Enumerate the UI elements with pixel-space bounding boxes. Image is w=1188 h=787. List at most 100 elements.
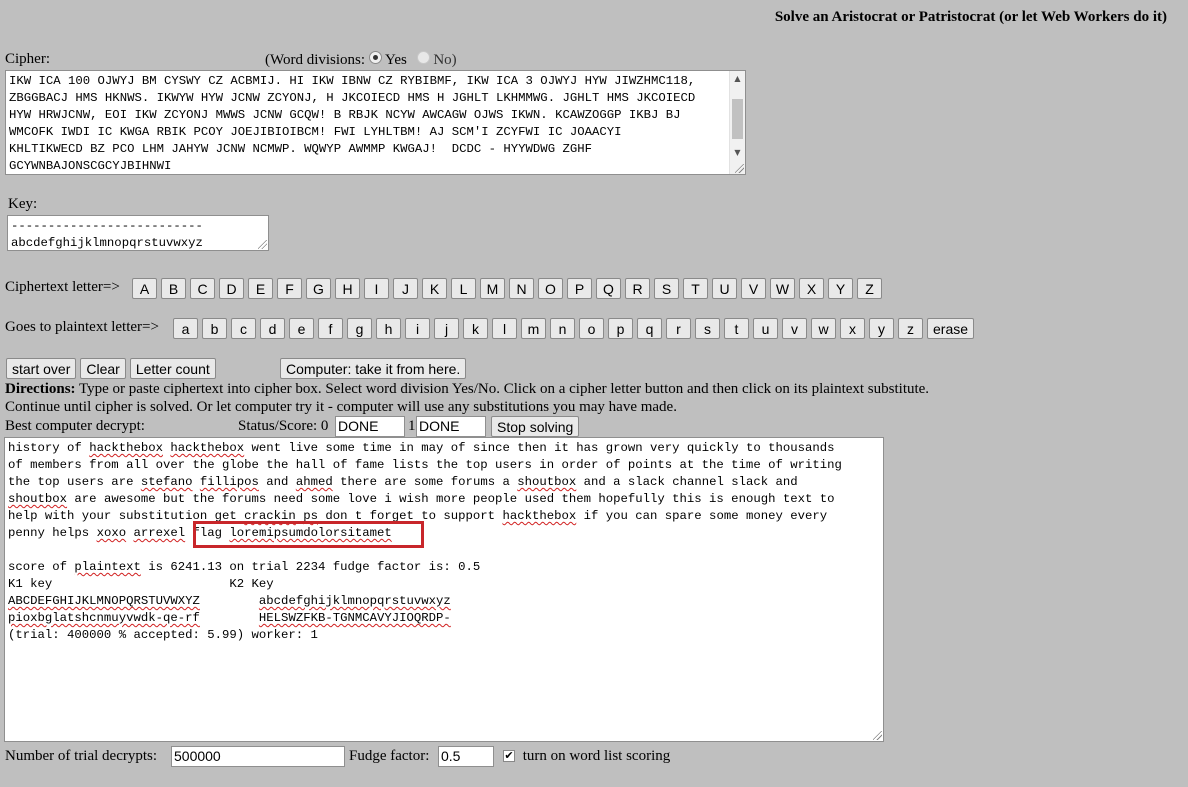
plain-letter-t-button[interactable]: t bbox=[724, 318, 749, 339]
cipher-letter-i-button[interactable]: I bbox=[364, 278, 389, 299]
trial-decrypts-input[interactable]: 500000 bbox=[171, 746, 345, 767]
cipher-letter-e-button[interactable]: E bbox=[248, 278, 273, 299]
k1-key: pioxbglatshcnmuyvwdk-qe-rf bbox=[8, 611, 200, 625]
cipher-letter-m-button[interactable]: M bbox=[480, 278, 505, 299]
cipher-letter-p-button[interactable]: P bbox=[567, 278, 592, 299]
misspelled-word: arrexel bbox=[133, 526, 186, 540]
cipher-letter-d-button[interactable]: D bbox=[219, 278, 244, 299]
cipher-scrollbar[interactable]: ▲ ▼ bbox=[729, 71, 745, 174]
start-over-button[interactable]: start over bbox=[6, 358, 77, 379]
word-list-scoring-label: turn on word list scoring bbox=[522, 748, 671, 764]
plain-letter-c-button[interactable]: c bbox=[231, 318, 256, 339]
cipher-letter-y-button[interactable]: Y bbox=[828, 278, 853, 299]
plain-letter-u-button[interactable]: u bbox=[753, 318, 778, 339]
plain-letter-g-button[interactable]: g bbox=[347, 318, 372, 339]
cipher-letter-h-button[interactable]: H bbox=[335, 278, 360, 299]
plain-letter-o-button[interactable]: o bbox=[579, 318, 604, 339]
score-field[interactable]: DONE bbox=[416, 416, 486, 437]
scroll-thumb[interactable] bbox=[732, 99, 743, 139]
trial-line: (trial: 400000 % accepted: 5.99) worker:… bbox=[8, 628, 318, 642]
cipher-letter-o-button[interactable]: O bbox=[538, 278, 563, 299]
plain-letter-n-button[interactable]: n bbox=[550, 318, 575, 339]
plain-letter-r-button[interactable]: r bbox=[666, 318, 691, 339]
output-text: went live some time in may of since then… bbox=[244, 441, 835, 455]
misspelled-word: hackthebox bbox=[170, 441, 245, 455]
cipher-letter-n-button[interactable]: N bbox=[509, 278, 534, 299]
cipher-letter-b-button[interactable]: B bbox=[161, 278, 186, 299]
cipher-letter-q-button[interactable]: Q bbox=[596, 278, 621, 299]
plain-letter-f-button[interactable]: f bbox=[318, 318, 343, 339]
plain-letter-b-button[interactable]: b bbox=[202, 318, 227, 339]
plaintext-letter-buttons: a b c d e f g h i j k l m n o p q r s t u v w x y z erase bbox=[173, 318, 975, 339]
resize-handle-icon[interactable] bbox=[735, 164, 744, 173]
cipher-letter-x-button[interactable]: X bbox=[799, 278, 824, 299]
word-list-scoring-group: ✔ turn on word list scoring bbox=[503, 748, 670, 765]
flag-highlight-box bbox=[193, 521, 424, 548]
cipher-letter-k-button[interactable]: K bbox=[422, 278, 447, 299]
plain-letter-i-button[interactable]: i bbox=[405, 318, 430, 339]
plain-letter-d-button[interactable]: d bbox=[260, 318, 285, 339]
resize-handle-icon[interactable] bbox=[258, 240, 267, 249]
cipher-letter-l-button[interactable]: L bbox=[451, 278, 476, 299]
cipher-line: ZBGGBACJ HMS HKNWS. IKWYW HYW JCNW ZCYON… bbox=[9, 91, 696, 105]
plain-letter-e-button[interactable]: e bbox=[289, 318, 314, 339]
cipher-letter-a-button[interactable]: A bbox=[132, 278, 157, 299]
clear-button[interactable]: Clear bbox=[80, 358, 126, 379]
cipher-letter-u-button[interactable]: U bbox=[712, 278, 737, 299]
cipher-line: WMCOFK IWDI IC KWGA RBIK PCOY JOEJIBIOIB… bbox=[9, 125, 622, 139]
decrypt-output-textarea[interactable]: history of hackthebox hackthebox went li… bbox=[4, 437, 884, 742]
resize-handle-icon[interactable] bbox=[873, 731, 882, 740]
k1-alphabet: ABCDEFGHIJKLMNOPQRSTUVWXYZ bbox=[8, 594, 200, 608]
plain-letter-h-button[interactable]: h bbox=[376, 318, 401, 339]
plain-letter-q-button[interactable]: q bbox=[637, 318, 662, 339]
cipher-letter-f-button[interactable]: F bbox=[277, 278, 302, 299]
cipher-letter-c-button[interactable]: C bbox=[190, 278, 215, 299]
key-textarea[interactable]: -------------------------- abcdefghijklm… bbox=[7, 215, 269, 251]
plain-letter-v-button[interactable]: v bbox=[782, 318, 807, 339]
output-text: history of bbox=[8, 441, 90, 455]
word-list-scoring-checkbox[interactable]: ✔ bbox=[503, 750, 515, 762]
stop-solving-button[interactable]: Stop solving bbox=[491, 416, 580, 437]
status-field[interactable]: DONE bbox=[335, 416, 405, 437]
plain-letter-w-button[interactable]: w bbox=[811, 318, 836, 339]
key-alphabets: ABCDEFGHIJKLMNOPQRSTUVWXYZ abcdefghijklm… bbox=[8, 593, 880, 610]
plain-letter-z-button[interactable]: z bbox=[898, 318, 923, 339]
no-radio[interactable] bbox=[416, 51, 430, 64]
plain-letter-x-button[interactable]: x bbox=[840, 318, 865, 339]
misspelled-word: ahmed bbox=[295, 475, 333, 489]
cipher-letter-j-button[interactable]: J bbox=[393, 278, 418, 299]
letter-count-button[interactable]: Letter count bbox=[129, 358, 216, 379]
cipher-line: HYW HRWJCNW, EOI IKW ZCYONJ MWWS JCNW GC… bbox=[9, 108, 681, 122]
scroll-up-arrow-icon[interactable]: ▲ bbox=[730, 71, 745, 86]
cipher-letter-w-button[interactable]: W bbox=[770, 278, 795, 299]
cipher-letter-v-button[interactable]: V bbox=[741, 278, 766, 299]
misspelled-word: shoutbox bbox=[517, 475, 577, 489]
plain-letter-a-button[interactable]: a bbox=[173, 318, 198, 339]
erase-button[interactable]: erase bbox=[927, 318, 975, 339]
plain-letter-m-button[interactable]: m bbox=[521, 318, 546, 339]
cipher-text: IKW ICA 100 OJWYJ BM CYSWY CZ ACBMIJ. HI… bbox=[9, 73, 725, 174]
output-text: and a slack channel slack and bbox=[576, 475, 798, 489]
scroll-down-arrow-icon[interactable]: ▼ bbox=[730, 145, 745, 160]
cipher-line: KHLTIKWECD BZ PCO LHM JAHYW JCNW NCMWP. … bbox=[9, 142, 592, 156]
directions: Directions: Type or paste ciphertext int… bbox=[5, 380, 1105, 416]
cipher-letter-g-button[interactable]: G bbox=[306, 278, 331, 299]
computer-solve-button[interactable]: Computer: take it from here. bbox=[280, 358, 467, 379]
yes-radio[interactable] bbox=[368, 51, 382, 64]
plain-letter-s-button[interactable]: s bbox=[695, 318, 720, 339]
cipher-textarea[interactable]: IKW ICA 100 OJWYJ BM CYSWY CZ ACBMIJ. HI… bbox=[5, 70, 746, 175]
cipher-letter-r-button[interactable]: R bbox=[625, 278, 650, 299]
plain-letter-k-button[interactable]: k bbox=[463, 318, 488, 339]
plain-letter-l-button[interactable]: l bbox=[492, 318, 517, 339]
output-text: if you can spare some money every bbox=[576, 509, 828, 523]
cipher-letter-z-button[interactable]: Z bbox=[857, 278, 882, 299]
k2-key: HELSWZFKB-TGNMCAVYJIOQRDP- bbox=[258, 611, 451, 625]
plain-letter-p-button[interactable]: p bbox=[608, 318, 633, 339]
plain-letter-y-button[interactable]: y bbox=[869, 318, 894, 339]
cipher-letter-s-button[interactable]: S bbox=[654, 278, 679, 299]
yes-radio-label: Yes bbox=[385, 52, 407, 68]
cipher-letter-t-button[interactable]: T bbox=[683, 278, 708, 299]
fudge-factor-input[interactable]: 0.5 bbox=[438, 746, 494, 767]
plaintext-line: of members from all over the globe the h… bbox=[8, 457, 880, 474]
plain-letter-j-button[interactable]: j bbox=[434, 318, 459, 339]
